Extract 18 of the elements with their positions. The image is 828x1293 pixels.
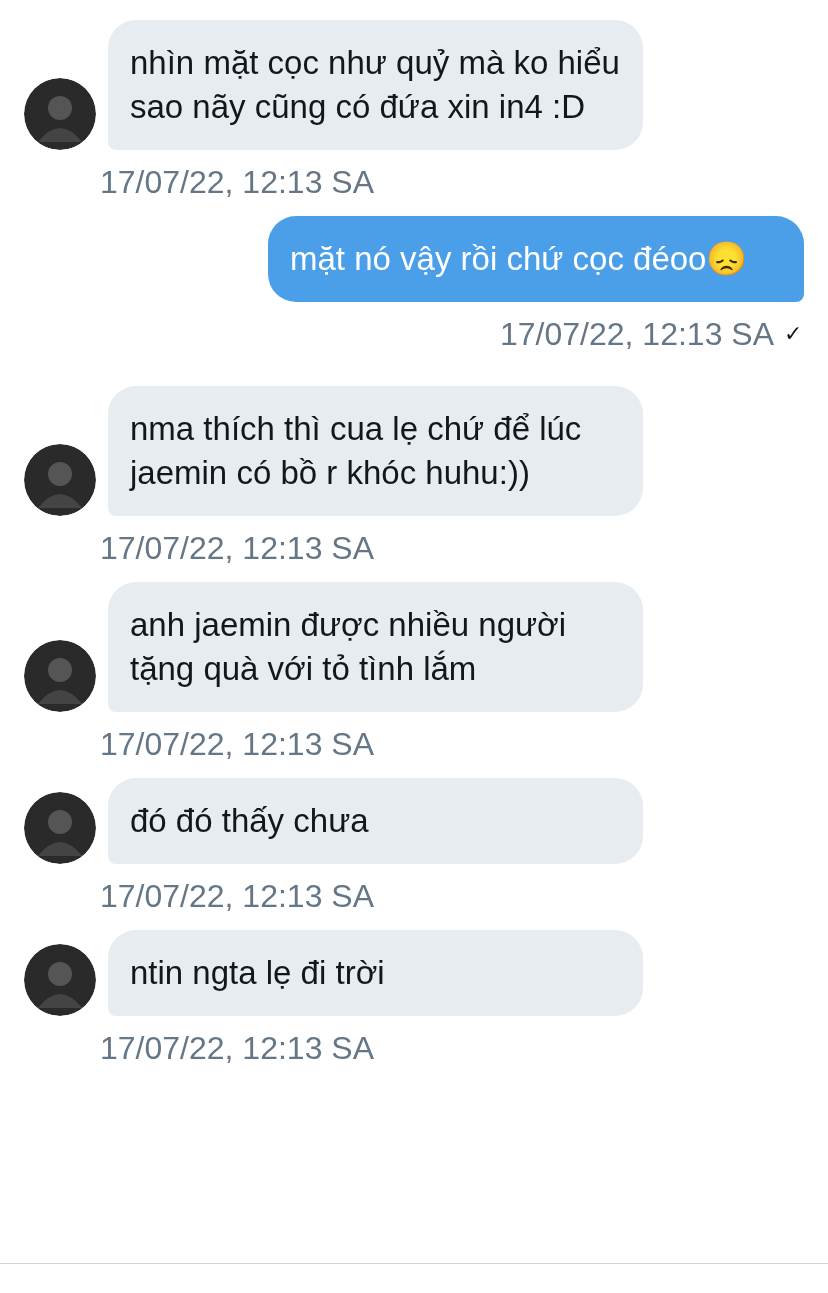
message-bubble: anh jaemin được nhiều người tặng quà với tỏ tình lắm [108,582,643,712]
message-bubble: nma thích thì cua lẹ chứ để lúc jaemin có bồ r khóc huhu:)) [108,386,643,516]
timestamp: 17/07/22, 12:13 SA [100,725,374,764]
avatar [24,78,96,150]
message-bubble: đó đó thấy chưa [108,778,643,864]
timestamp: 17/07/22, 12:13 SA [500,315,774,354]
avatar [24,444,96,516]
timestamp: 17/07/22, 12:13 SA [100,163,374,202]
message-bubble: nhìn mặt cọc như quỷ mà ko hiểu sao nãy cũng có đứa xin in4 :D [108,20,643,150]
timestamp: 17/07/22, 12:13 SA [100,529,374,568]
message-bubble: ntin ngta lẹ đi trời [108,930,643,1016]
read-receipt: ✓ [784,320,802,348]
timestamp: 17/07/22, 12:13 SA [100,1029,374,1068]
avatar [24,792,96,864]
avatar [24,640,96,712]
message-bubble: mặt nó vậy rồi chứ cọc đéoo😞 [268,216,804,302]
avatar [24,944,96,1016]
timestamp: 17/07/22, 12:13 SA [100,877,374,916]
